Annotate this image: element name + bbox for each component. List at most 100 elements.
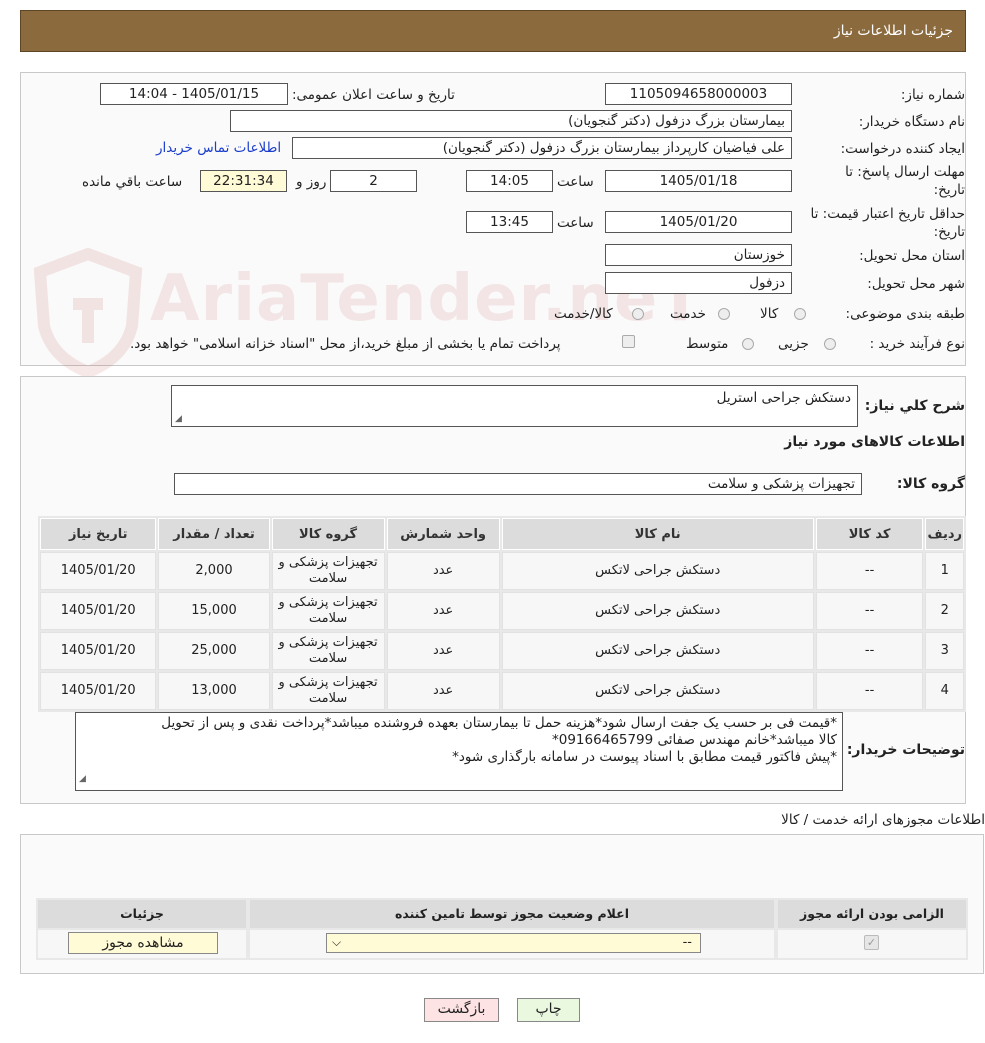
view-permit-button[interactable]: مشاهده مجوز [68, 932, 218, 954]
process-option-medium: متوسط [686, 336, 729, 352]
need-number-label: شماره نیاز: [900, 87, 965, 103]
validity-time-field: 13:45 [466, 211, 553, 233]
deadline-date-field: 1405/01/18 [605, 170, 792, 192]
province-field: خوزستان [605, 244, 792, 266]
permit-status-value: -- [682, 935, 692, 950]
process-radio-minor[interactable] [824, 338, 836, 350]
col-date: تاریخ نیاز [40, 518, 157, 550]
cell-qty: 25,000 [158, 632, 270, 670]
permits-col-status: اعلام وضعیت مجوز توسط تامین کننده [250, 900, 774, 928]
chevron-down-icon: ⌵ [332, 935, 342, 949]
cell-name: دستکش جراحی لاتکس [501, 552, 814, 590]
group-label: گروه کالا: [896, 476, 965, 492]
process-option-minor: جزیی [778, 336, 809, 352]
buyer-label: نام دستگاه خریدار: [858, 114, 965, 130]
cell-name: دستکش جراحی لاتکس [501, 592, 814, 630]
page-title: جزئیات اطلاعات نیاز [833, 23, 953, 39]
cell-row: 4 [925, 672, 964, 710]
process-radio-medium[interactable] [742, 338, 754, 350]
col-row: ردیف [925, 518, 964, 550]
province-label: استان محل تحویل: [859, 248, 965, 264]
watermark-logo-icon [28, 247, 148, 379]
buyer-field: بیمارستان بزرگ دزفول (دکتر گنجویان) [230, 110, 792, 132]
cell-date: 1405/01/20 [40, 552, 157, 590]
group-field: تجهیزات پزشکی و سلامت [174, 473, 862, 495]
permits-col-required: الزامی بودن ارائه مجوز [778, 900, 966, 928]
page-header: جزئیات اطلاعات نیاز [20, 10, 966, 52]
resize-handle-icon[interactable]: ◢ [79, 771, 86, 788]
required-permit-checkbox[interactable]: ✓ [864, 935, 879, 950]
buyer-notes-textarea[interactable]: *قیمت فی بر حسب یک جفت ارسال شود*هزینه ح… [75, 712, 843, 791]
cell-code: -- [815, 632, 924, 670]
days-label: روز و [296, 174, 327, 190]
category-option-both: کالا/خدمت [554, 306, 613, 322]
payment-note: پرداخت تمام یا بخشی از مبلغ خرید،از محل … [130, 336, 561, 352]
city-label: شهر محل تحویل: [867, 276, 965, 292]
remaining-label: ساعت باقي مانده [82, 174, 183, 190]
days-field: 2 [330, 170, 417, 192]
deadline-time-label: ساعت [557, 174, 594, 190]
category-radio-goods[interactable] [794, 308, 806, 320]
deadline-time-field: 14:05 [466, 170, 553, 192]
category-option-goods: کالا [760, 306, 779, 322]
cell-code: -- [815, 552, 924, 590]
description-text: دستکش جراحی استریل [716, 390, 851, 406]
treasury-checkbox[interactable] [622, 335, 635, 348]
announce-label: تاریخ و ساعت اعلان عمومی: [292, 87, 455, 103]
need-number-field: 1105094658000003 [605, 83, 792, 105]
cell-date: 1405/01/20 [40, 592, 157, 630]
col-group: گروه کالا [271, 518, 385, 550]
cell-qty: 2,000 [158, 552, 270, 590]
cell-group: تجهیزات پزشکی و سلامت [271, 632, 385, 670]
buyer-notes-line3: *پیش فاکتور قیمت مطابق با اسناد پیوست در… [452, 749, 837, 765]
cell-date: 1405/01/20 [40, 632, 157, 670]
cell-group: تجهیزات پزشکی و سلامت [271, 592, 385, 630]
buyer-notes-line1: *قیمت فی بر حسب یک جفت ارسال شود*هزینه ح… [161, 715, 837, 731]
cell-date: 1405/01/20 [40, 672, 157, 710]
table-row: 2 -- دستکش جراحی لاتکس عدد تجهیزات پزشکی… [40, 592, 964, 630]
cell-unit: عدد [386, 632, 500, 670]
goods-table: ردیف کد کالا نام کالا واحد شمارش گروه کا… [38, 516, 966, 712]
buyer-notes-line2: کالا میباشد*خانم مهندس صفائی 09166465799… [552, 732, 837, 748]
goods-table-header: ردیف کد کالا نام کالا واحد شمارش گروه کا… [40, 518, 964, 550]
permits-title: اطلاعات مجوزهای ارائه خدمت / کالا [781, 812, 985, 828]
cell-group: تجهیزات پزشکی و سلامت [271, 552, 385, 590]
cell-row: 2 [925, 592, 964, 630]
permits-col-details: جزئیات [38, 900, 246, 928]
table-row: 1 -- دستکش جراحی لاتکس عدد تجهیزات پزشکی… [40, 552, 964, 590]
cell-name: دستکش جراحی لاتکس [501, 672, 814, 710]
cell-code: -- [815, 672, 924, 710]
deadline-label: مهلت ارسال پاسخ: تا [845, 164, 965, 180]
cell-row: 3 [925, 632, 964, 670]
print-button[interactable]: چاپ [517, 998, 580, 1022]
resize-handle-icon[interactable]: ◢ [175, 414, 182, 424]
process-label: نوع فرآیند خرید : [869, 336, 965, 352]
col-name: نام کالا [501, 518, 814, 550]
validity-label-2: تاریخ: [933, 224, 965, 240]
cell-name: دستکش جراحی لاتکس [501, 632, 814, 670]
back-button[interactable]: بازگشت [424, 998, 499, 1022]
cell-unit: عدد [386, 552, 500, 590]
goods-table-wrapper: ردیف کد کالا نام کالا واحد شمارش گروه کا… [38, 516, 966, 712]
description-textarea[interactable]: دستکش جراحی استریل ◢ [171, 385, 858, 427]
buyer-notes-label: توضیحات خریدار: [846, 742, 965, 758]
city-field: دزفول [605, 272, 792, 294]
deadline-label-2: تاریخ: [933, 182, 965, 198]
category-radio-service[interactable] [718, 308, 730, 320]
buyer-contact-link[interactable]: اطلاعات تماس خریدار [156, 140, 281, 156]
creator-label: ایجاد کننده درخواست: [840, 141, 965, 157]
cell-unit: عدد [386, 592, 500, 630]
description-label: شرح کلي نیاز: [864, 398, 965, 414]
cell-qty: 15,000 [158, 592, 270, 630]
category-radio-both[interactable] [632, 308, 644, 320]
creator-field: علی فیاضیان کارپرداز بیمارستان بزرگ دزفو… [292, 137, 792, 159]
validity-time-label: ساعت [557, 215, 594, 231]
category-option-service: خدمت [670, 306, 706, 322]
cell-row: 1 [925, 552, 964, 590]
col-unit: واحد شمارش [386, 518, 500, 550]
permit-status-select[interactable]: -- ⌵ [326, 933, 701, 953]
cell-qty: 13,000 [158, 672, 270, 710]
cell-unit: عدد [386, 672, 500, 710]
table-row: 3 -- دستکش جراحی لاتکس عدد تجهیزات پزشکی… [40, 632, 964, 670]
category-label: طبقه بندی موضوعی: [845, 306, 965, 322]
